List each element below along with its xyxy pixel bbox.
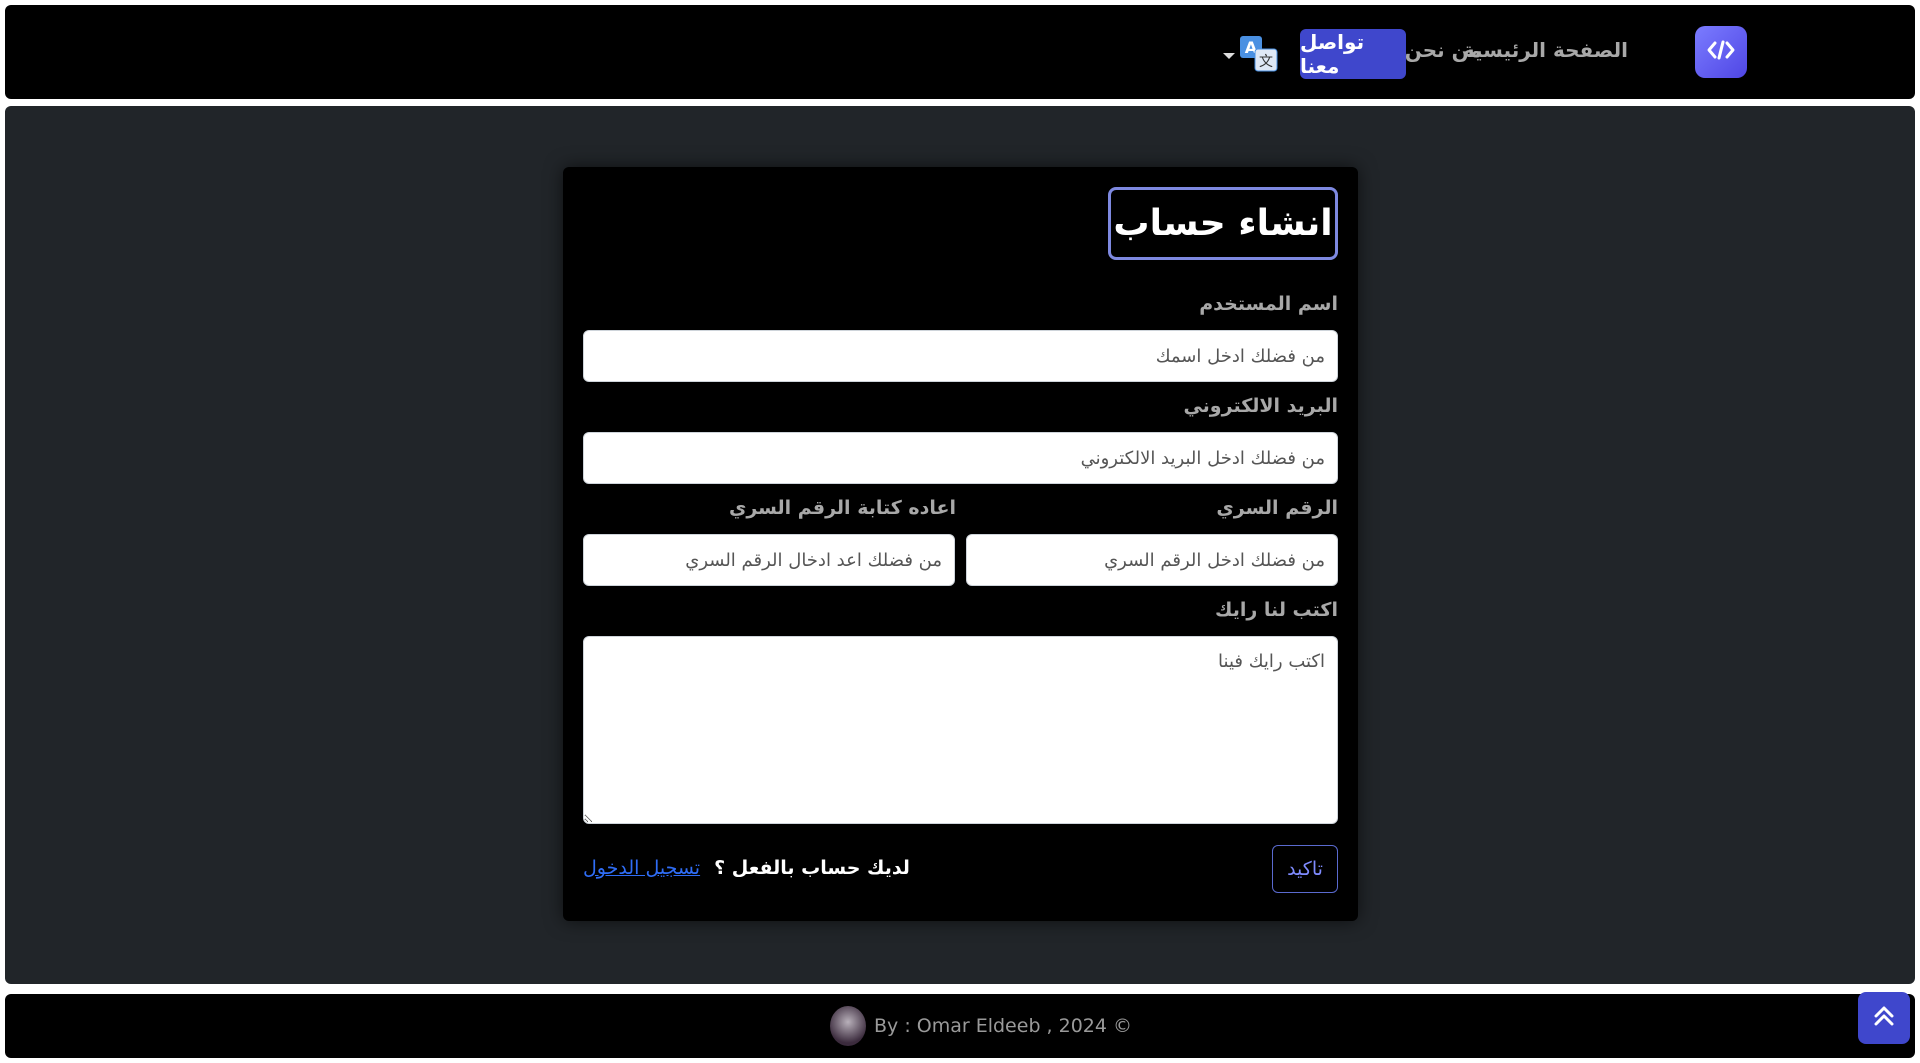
feedback-label: اكتب لنا رايك [1215,599,1338,621]
confirm-password-input[interactable] [583,534,955,586]
translate-icon: A 文 [1239,35,1279,77]
submit-button[interactable]: تاكيد [1272,845,1338,893]
svg-text:文: 文 [1259,54,1273,70]
nav-link-about[interactable]: من نحن [1405,38,1482,62]
password-label: الرقم السري [1216,497,1338,519]
caret-down-icon [1223,53,1235,59]
email-label: البريد الالكتروني [1183,395,1338,417]
double-chevron-up-icon [1871,1003,1897,1033]
have-account-text: لديك حساب بالفعل ؟ [714,857,910,879]
password-input[interactable] [966,534,1338,586]
form-title: انشاء حساب [1108,187,1338,260]
logo-button[interactable] [1695,26,1747,78]
email-input[interactable] [583,432,1338,484]
username-input[interactable] [583,330,1338,382]
scroll-top-button[interactable] [1858,992,1910,1044]
feedback-textarea[interactable] [583,636,1338,824]
signup-card: انشاء حساب اسم المستخدم البريد الالكترون… [563,167,1358,921]
login-link[interactable]: تسجيل الدخول [583,857,700,879]
code-icon [1707,39,1735,65]
nav-link-home[interactable]: الصفحة الرئيسية [1463,38,1628,62]
footer: By : Omar Eldeeb , 2024 © [5,994,1915,1058]
navbar: الصفحة الرئيسية من نحن تواصل معنا A 文 [5,5,1915,99]
footer-content: By : Omar Eldeeb , 2024 © [830,1006,1132,1046]
footer-text: By : Omar Eldeeb , 2024 © [874,1015,1133,1037]
avatar [830,1006,866,1046]
nav-link-contact[interactable]: تواصل معنا [1300,29,1406,79]
login-prompt: لديك حساب بالفعل ؟ تسجيل الدخول [583,857,910,879]
username-label: اسم المستخدم [1199,293,1338,315]
language-dropdown[interactable]: A 文 [1223,36,1283,76]
confirm-password-label: اعاده كتابة الرقم السري [728,497,956,519]
